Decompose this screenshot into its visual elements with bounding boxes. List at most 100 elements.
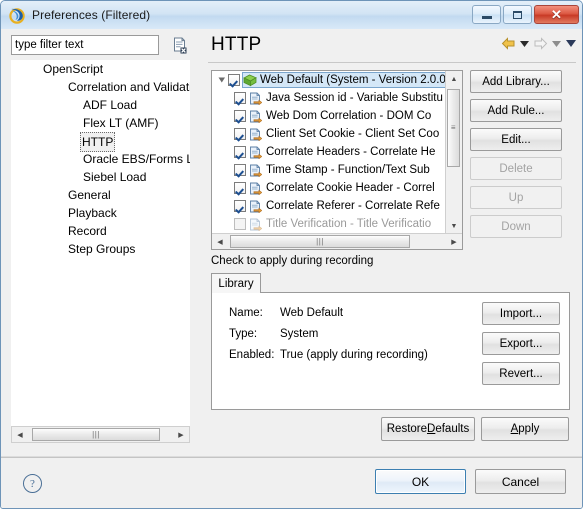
scroll-left-icon[interactable]: ◀ <box>12 427 28 442</box>
scrollbar-track[interactable]: ||| <box>228 234 446 249</box>
scrollbar-thumb[interactable]: ||| <box>230 235 410 248</box>
close-button[interactable]: ✕ <box>534 5 579 24</box>
preferences-navigation-pane: OpenScript Correlation and Validatio ADF… <box>5 30 198 450</box>
add-rule-button[interactable]: Add Rule... <box>470 99 562 122</box>
title-bar: Preferences (Filtered) ✕ <box>1 1 582 29</box>
tree-item-label: Correlation and Validatio <box>68 80 190 94</box>
library-details-group: Library Name: Web Default Type: System E… <box>211 273 570 410</box>
scrollbar-track[interactable]: ||| <box>28 427 173 442</box>
maximize-button[interactable] <box>503 5 532 24</box>
restore-defaults-button[interactable]: Restore Defaults <box>381 417 475 441</box>
rule-row-correlate-headers[interactable]: Correlate Headers - Correlate He <box>212 143 448 161</box>
rule-checkbox[interactable] <box>234 182 246 194</box>
rule-label: Web Dom Correlation - DOM Co <box>266 110 432 122</box>
rule-checkbox[interactable] <box>234 218 246 230</box>
rule-row-java-session-id[interactable]: Java Session id - Variable Substitu <box>212 89 448 107</box>
rule-row-correlate-cookie-header[interactable]: Correlate Cookie Header - Correl <box>212 179 448 197</box>
ok-button[interactable]: OK <box>375 469 466 494</box>
rule-checkbox[interactable] <box>234 128 246 140</box>
rule-checkbox[interactable] <box>234 164 246 176</box>
grip-icon: ||| <box>316 236 324 246</box>
correlation-rules-list[interactable]: Web Default (System - Version 2.0.0) Jav… <box>211 70 463 250</box>
grip-icon: ≡ <box>450 123 457 132</box>
tree-item-flex-lt-amf[interactable]: Flex LT (AMF) <box>11 114 190 132</box>
edit-button[interactable]: Edit... <box>470 128 562 151</box>
tree-item-adf-load[interactable]: ADF Load <box>11 96 190 114</box>
rule-row-library[interactable]: Web Default (System - Version 2.0.0) <box>212 71 448 89</box>
scroll-right-icon[interactable]: ▶ <box>173 427 189 442</box>
tree-item-http[interactable]: HTTP <box>11 132 190 152</box>
tree-item-label: Record <box>68 224 107 238</box>
openscript-logo-icon <box>8 6 26 24</box>
tree-item-label: ADF Load <box>83 98 138 112</box>
tree-item-oracle-ebs-forms-load[interactable]: Oracle EBS/Forms Lo <box>11 150 190 168</box>
library-io-actions: Import... Export... Revert... <box>482 302 560 392</box>
rule-checkbox[interactable] <box>234 146 246 158</box>
tree-item-label: General <box>68 188 111 202</box>
tree-item-label: Flex LT (AMF) <box>83 116 159 130</box>
tree-item-openscript[interactable]: OpenScript <box>11 60 190 78</box>
dialog-content: OpenScript Correlation and Validatio ADF… <box>5 30 580 450</box>
add-library-button[interactable]: Add Library... <box>470 70 562 93</box>
rule-icon <box>249 110 263 123</box>
clear-filter-icon[interactable] <box>171 36 189 54</box>
import-button[interactable]: Import... <box>482 302 560 325</box>
forward-history-caret-down-icon[interactable] <box>551 37 562 51</box>
tree-horizontal-scrollbar[interactable]: ◀ ||| ▶ <box>11 426 190 443</box>
library-icon <box>243 74 257 87</box>
minimize-icon <box>481 16 492 19</box>
collapse-triangle-icon[interactable] <box>215 72 228 88</box>
back-history-caret-down-icon[interactable] <box>519 37 530 51</box>
library-type-value: System <box>280 328 319 340</box>
cancel-button[interactable]: Cancel <box>475 469 566 494</box>
scroll-right-icon[interactable]: ▶ <box>446 234 462 249</box>
minimize-button[interactable] <box>472 5 501 24</box>
rule-row-title-verification[interactable]: Title Verification - Title Verificatio <box>212 215 448 233</box>
scroll-down-icon[interactable]: ▼ <box>446 218 462 234</box>
view-menu-caret-down-icon[interactable] <box>565 37 576 51</box>
rule-row-correlate-referer[interactable]: Correlate Referer - Correlate Refe <box>212 197 448 215</box>
rule-row-client-set-cookie[interactable]: Client Set Cookie - Client Set Coo <box>212 125 448 143</box>
library-tab-panel: Name: Web Default Type: System Enabled: … <box>211 292 570 410</box>
scrollbar-thumb[interactable]: ≡ <box>447 89 460 167</box>
rule-label: Java Session id - Variable Substitu <box>266 92 443 104</box>
rule-checkbox[interactable] <box>234 110 246 122</box>
tree-item-label: Siebel Load <box>83 170 147 184</box>
rule-label: Title Verification - Title Verificatio <box>266 218 432 230</box>
rule-checkbox[interactable] <box>234 200 246 212</box>
tree-item-general[interactable]: General <box>11 186 190 204</box>
back-arrow-icon[interactable] <box>501 36 516 51</box>
tree-item-record[interactable]: Record <box>11 222 190 240</box>
page-actions: Restore Defaults Apply <box>211 417 570 443</box>
scrollbar-thumb[interactable]: ||| <box>32 428 160 441</box>
tree-item-playback[interactable]: Playback <box>11 204 190 222</box>
rule-label: Web Default (System - Version 2.0.0) <box>260 74 448 86</box>
rule-icon <box>249 146 263 159</box>
page-header: HTTP <box>204 30 580 63</box>
scroll-left-icon[interactable]: ◀ <box>212 234 228 249</box>
rules-horizontal-scrollbar[interactable]: ◀ ||| ▶ <box>212 233 462 249</box>
revert-button[interactable]: Revert... <box>482 362 560 385</box>
library-name-label: Name: <box>229 307 263 319</box>
tree-item-step-groups[interactable]: Step Groups <box>11 240 190 258</box>
filter-row <box>11 35 196 57</box>
export-button[interactable]: Export... <box>482 332 560 355</box>
help-question-icon[interactable]: ? <box>23 474 42 493</box>
rules-vertical-scrollbar[interactable]: ▲ ≡ ▼ <box>445 71 462 234</box>
library-enabled-label: Enabled: <box>229 349 275 361</box>
preferences-dialog: Preferences (Filtered) ✕ type filter tex… <box>0 0 583 509</box>
apply-button[interactable]: Apply <box>481 417 569 441</box>
rule-actions: Add Library... Add Rule... Edit... Delet… <box>470 70 570 244</box>
preferences-tree[interactable]: OpenScript Correlation and Validatio ADF… <box>11 60 190 440</box>
grip-icon: ||| <box>92 429 100 439</box>
rule-checkbox[interactable] <box>228 74 240 86</box>
scroll-up-icon[interactable]: ▲ <box>446 71 462 87</box>
tab-library[interactable]: Library <box>211 273 261 293</box>
window-controls: ✕ <box>472 5 579 24</box>
tree-item-siebel-load[interactable]: Siebel Load <box>11 168 190 186</box>
rule-checkbox[interactable] <box>234 92 246 104</box>
search-input[interactable] <box>11 35 159 55</box>
rule-row-time-stamp[interactable]: Time Stamp - Function/Text Sub <box>212 161 448 179</box>
rule-row-web-dom-correlation[interactable]: Web Dom Correlation - DOM Co <box>212 107 448 125</box>
tree-item-correlation-and-validation[interactable]: Correlation and Validatio <box>11 78 190 96</box>
